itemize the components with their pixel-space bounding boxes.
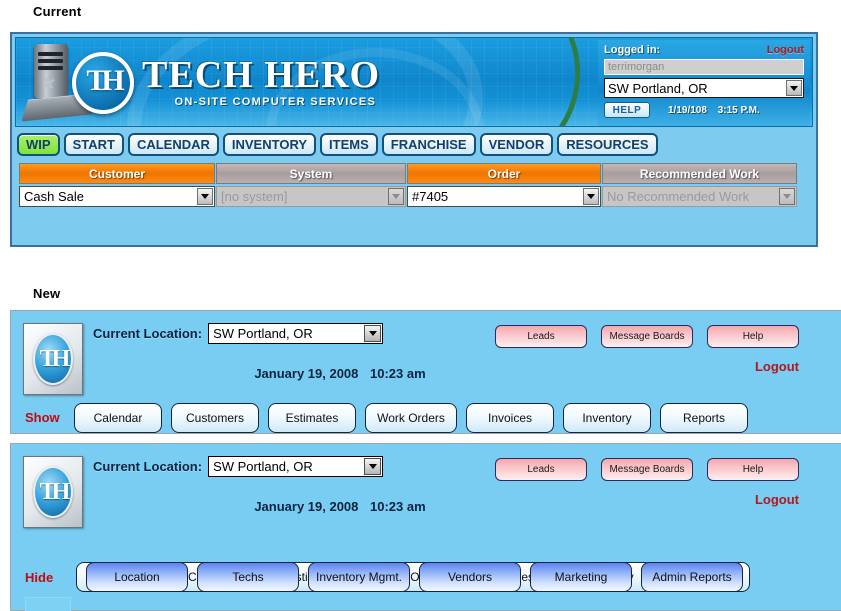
- screenshot-root: Current ✕ TH TECH HERO ON-SITE COMPUTER …: [0, 0, 841, 611]
- menu-toggle-show[interactable]: Show: [25, 410, 60, 425]
- datetime-readout: 1/19/108 3:15 P.M.: [660, 105, 760, 116]
- chevron-down-icon[interactable]: [583, 188, 599, 205]
- tech-hero-logo-icon: TH: [72, 52, 134, 114]
- submenu-button-techs[interactable]: Techs: [197, 562, 299, 592]
- login-status-box: Logged in: Logout terrimorgan SW Portlan…: [598, 40, 810, 126]
- help-datetime-row: HELP 1/19/108 3:15 P.M.: [604, 102, 804, 118]
- location-row: Current Location: SW Portland, OR: [93, 456, 384, 477]
- nav-button-inventory[interactable]: INVENTORY: [222, 132, 317, 156]
- submenu-button-location[interactable]: Location: [86, 562, 188, 592]
- customer-select-value: Cash Sale: [24, 189, 84, 204]
- utility-actions: Leads Message Boards Help: [495, 325, 799, 348]
- current-interface-panel: ✕ TH TECH HERO ON-SITE COMPUTER SERVICES…: [10, 32, 818, 247]
- menu-button-customers[interactable]: Customers: [171, 403, 259, 433]
- context-selector-grid: Customer System Order Recommended Work C…: [15, 163, 813, 207]
- message-boards-button[interactable]: Message Boards: [601, 325, 693, 348]
- date-text: January 19, 2008: [254, 499, 359, 514]
- system-select-value: [no system]: [221, 189, 288, 204]
- order-select-value: #7405: [412, 189, 449, 204]
- current-location-label: Current Location:: [93, 459, 203, 474]
- customer-select[interactable]: Cash Sale: [19, 186, 215, 207]
- admin-submenu-row: Location Techs Inventory Mgmt. Vendors M…: [86, 562, 743, 592]
- logo-monogram: TH: [86, 64, 124, 97]
- utility-actions: Leads Message Boards Help: [495, 458, 799, 481]
- submenu-button-admin-reports[interactable]: Admin Reports: [641, 562, 743, 592]
- section-caption-current: Current: [33, 4, 82, 19]
- brand-tagline: ON-SITE COMPUTER SERVICES: [174, 96, 377, 108]
- new-interface-panel-collapsed: TH Current Location: SW Portland, OR Lea…: [10, 310, 841, 434]
- username-field[interactable]: terrimorgan: [604, 59, 804, 75]
- primary-nav-bar: WIP START CALENDAR INVENTORY ITEMS FRANC…: [15, 131, 813, 157]
- menu-toggle-hide[interactable]: Hide: [25, 570, 53, 585]
- menu-button-work-orders[interactable]: Work Orders: [365, 403, 457, 433]
- chevron-down-icon: [388, 188, 404, 205]
- selector-header-recommended-work: Recommended Work: [602, 163, 797, 184]
- brand-name: TECH HERO: [142, 54, 381, 96]
- logged-in-label: Logged in:: [604, 44, 661, 56]
- login-header-row: Logged in: Logout: [604, 44, 804, 56]
- location-select-value: SW Portland, OR: [608, 80, 708, 96]
- logout-link[interactable]: Logout: [767, 44, 804, 56]
- nav-button-items[interactable]: ITEMS: [320, 132, 378, 156]
- help-button[interactable]: HELP: [604, 102, 650, 118]
- location-select-value: SW Portland, OR: [213, 326, 313, 341]
- menu-button-reports[interactable]: Reports: [660, 403, 748, 433]
- selector-value-row: Cash Sale [no system] #7405 No Recommend…: [19, 186, 809, 207]
- submenu-button-marketing[interactable]: Marketing: [530, 562, 632, 592]
- selector-header-customer: Customer: [19, 163, 215, 184]
- location-select[interactable]: SW Portland, OR: [604, 78, 804, 98]
- nav-button-resources[interactable]: RESOURCES: [557, 132, 658, 156]
- main-menu-row: Calendar Customers Estimates Work Orders…: [74, 403, 748, 433]
- current-location-label: Current Location:: [93, 326, 203, 341]
- menu-button-estimates[interactable]: Estimates: [268, 403, 356, 433]
- leads-button[interactable]: Leads: [495, 325, 587, 348]
- leads-button[interactable]: Leads: [495, 458, 587, 481]
- datetime-readout: January 19, 2008 10:23 am: [11, 366, 841, 381]
- location-row: Current Location: SW Portland, OR: [93, 323, 384, 344]
- chevron-down-icon[interactable]: [364, 458, 382, 475]
- time-text: 10:23 am: [370, 499, 426, 514]
- menu-button-invoices[interactable]: Invoices: [466, 403, 554, 433]
- date-text: 1/19/108: [668, 104, 707, 116]
- submenu-button-inventory-mgmt[interactable]: Inventory Mgmt.: [308, 562, 410, 592]
- system-select: [no system]: [216, 186, 406, 207]
- location-select-value: SW Portland, OR: [213, 459, 313, 474]
- help-button[interactable]: Help: [707, 458, 799, 481]
- tech-hero-logo-icon: TH: [23, 323, 83, 395]
- date-text: January 19, 2008: [254, 366, 359, 381]
- order-select[interactable]: #7405: [407, 186, 601, 207]
- logout-link[interactable]: Logout: [755, 492, 799, 507]
- green-arc-decoration: [382, 38, 598, 126]
- selector-header-system: System: [216, 163, 406, 184]
- chevron-down-icon[interactable]: [786, 80, 802, 96]
- submenu-gutter: [25, 597, 71, 611]
- time-text: 3:15 P.M.: [717, 104, 760, 116]
- nav-button-franchise[interactable]: FRANCHISE: [381, 132, 476, 156]
- datetime-readout: January 19, 2008 10:23 am: [11, 499, 841, 514]
- location-select[interactable]: SW Portland, OR: [208, 323, 384, 344]
- nav-button-start[interactable]: START: [63, 132, 124, 156]
- help-button[interactable]: Help: [707, 325, 799, 348]
- brand-banner: ✕ TH TECH HERO ON-SITE COMPUTER SERVICES…: [15, 37, 813, 127]
- recommended-work-select: No Recommended Work: [602, 186, 797, 207]
- chevron-down-icon[interactable]: [364, 325, 382, 342]
- chevron-down-icon[interactable]: [197, 188, 213, 205]
- location-select[interactable]: SW Portland, OR: [208, 456, 384, 477]
- logout-link[interactable]: Logout: [755, 359, 799, 374]
- message-boards-button[interactable]: Message Boards: [601, 458, 693, 481]
- section-caption-new: New: [33, 286, 61, 301]
- nav-button-calendar[interactable]: CALENDAR: [127, 132, 219, 156]
- chevron-down-icon: [779, 188, 795, 205]
- selector-header-order: Order: [407, 163, 601, 184]
- submenu-button-vendors[interactable]: Vendors: [419, 562, 521, 592]
- menu-button-inventory[interactable]: Inventory: [563, 403, 651, 433]
- menu-button-calendar[interactable]: Calendar: [74, 403, 162, 433]
- brand-lockup: TECH HERO ON-SITE COMPUTER SERVICES: [142, 56, 380, 108]
- selector-header-row: Customer System Order Recommended Work: [19, 163, 809, 184]
- recommended-work-select-value: No Recommended Work: [607, 189, 750, 204]
- nav-button-vendor[interactable]: VENDOR: [479, 132, 554, 156]
- time-text: 10:23 am: [370, 366, 426, 381]
- nav-button-wip[interactable]: WIP: [17, 132, 60, 156]
- tech-hero-logo-icon: TH: [23, 456, 83, 528]
